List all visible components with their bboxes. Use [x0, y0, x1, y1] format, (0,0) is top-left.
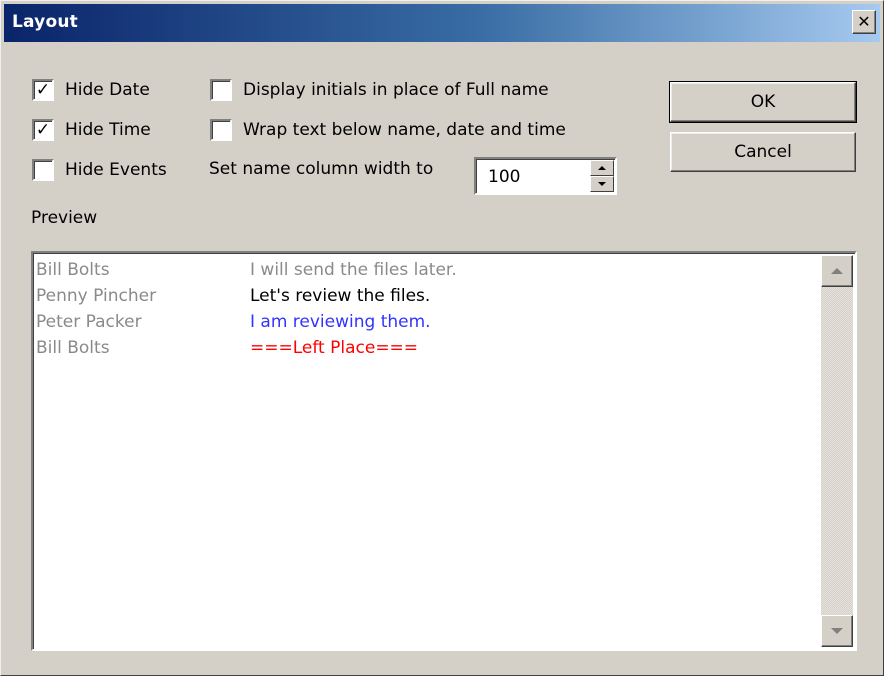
- hide-date-checkbox[interactable]: ✓: [32, 79, 54, 101]
- name-width-value[interactable]: 100: [488, 167, 520, 187]
- spin-up-button[interactable]: [590, 160, 614, 176]
- wrap-text-option[interactable]: Wrap text below name, date and time: [210, 119, 566, 141]
- close-icon: ✕: [857, 12, 871, 31]
- down-arrow-icon: [831, 628, 843, 634]
- display-initials-label: Display initials in place of Full name: [243, 80, 549, 100]
- hide-time-label: Hide Time: [65, 120, 151, 140]
- hide-date-option[interactable]: ✓ Hide Date: [32, 79, 150, 101]
- spin-down-button[interactable]: [590, 176, 614, 192]
- scroll-down-button[interactable]: [821, 615, 853, 647]
- up-arrow-icon: [831, 268, 843, 274]
- hide-events-checkbox[interactable]: [32, 159, 54, 181]
- name-width-label: Set name column width to: [209, 159, 434, 179]
- hide-time-option[interactable]: ✓ Hide Time: [32, 119, 151, 141]
- preview-pane: Bill Bolts I will send the files later. …: [31, 251, 857, 651]
- message-sender: Peter Packer: [36, 312, 142, 332]
- hide-date-label: Hide Date: [65, 80, 150, 100]
- preview-label: Preview: [31, 208, 98, 228]
- message-sender: Bill Bolts: [36, 338, 110, 358]
- message-sender: Penny Pincher: [36, 286, 157, 306]
- preview-scrollbar[interactable]: [821, 255, 853, 647]
- message-sender: Bill Bolts: [36, 260, 110, 280]
- cancel-button[interactable]: Cancel: [670, 132, 856, 172]
- message-text: ===Left Place===: [250, 338, 419, 358]
- ok-button[interactable]: OK: [669, 81, 857, 123]
- wrap-text-label: Wrap text below name, date and time: [243, 120, 566, 140]
- hide-time-checkbox[interactable]: ✓: [32, 119, 54, 141]
- name-width-spinner[interactable]: 100: [474, 157, 617, 195]
- checkmark-icon: ✓: [35, 119, 51, 140]
- window-title: Layout: [12, 12, 78, 32]
- close-button[interactable]: ✕: [852, 10, 876, 34]
- display-initials-option[interactable]: Display initials in place of Full name: [210, 79, 549, 101]
- message-text: I will send the files later.: [250, 260, 457, 280]
- spinner-buttons: [590, 160, 614, 192]
- hide-events-label: Hide Events: [65, 160, 167, 180]
- down-arrow-icon: [598, 182, 606, 186]
- title-bar[interactable]: Layout ✕: [4, 4, 880, 42]
- wrap-text-checkbox[interactable]: [210, 119, 232, 141]
- hide-events-option[interactable]: Hide Events: [32, 159, 167, 181]
- layout-dialog: Layout ✕ ✓ Hide Date ✓ Hide Time Hide Ev…: [0, 0, 884, 676]
- message-text: I am reviewing them.: [250, 312, 431, 332]
- checkmark-icon: ✓: [35, 79, 51, 100]
- display-initials-checkbox[interactable]: [210, 79, 232, 101]
- scroll-up-button[interactable]: [821, 255, 853, 287]
- up-arrow-icon: [598, 166, 606, 170]
- message-text: Let's review the files.: [250, 286, 431, 306]
